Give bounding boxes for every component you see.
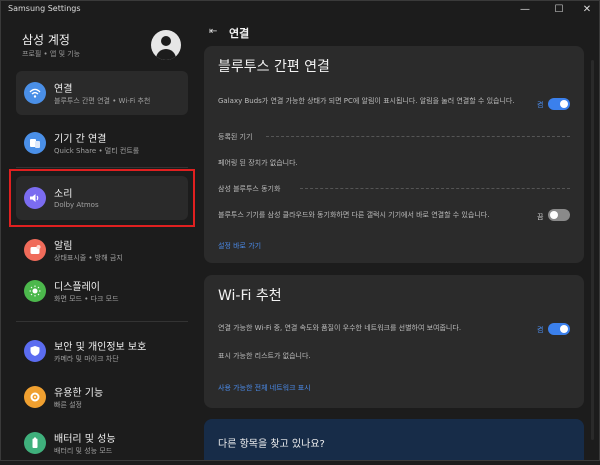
sidebar-item-sub: 배터리 및 성능 모드 (54, 447, 113, 455)
wifi-card: Wi-Fi 추천 연결 가능한 Wi-Fi 중, 연결 속도와 품질이 우수한 … (204, 275, 584, 408)
sidebar-item-label: 유용한 기능 (54, 388, 104, 399)
section-divider (300, 188, 570, 189)
section-divider (266, 136, 570, 137)
wifi-icon (24, 82, 46, 104)
settings-shortcut-link[interactable]: 설정 바로 가기 (218, 241, 261, 251)
sidebar-item-notifications[interactable]: 알림 상태표시줄 • 방해 금지 (16, 228, 188, 272)
no-list-text: 표시 가능한 리스트가 없습니다. (218, 352, 311, 360)
toggle-knob (560, 100, 568, 108)
wifi-description: 연결 가능한 Wi-Fi 중, 연결 속도와 품질이 우수한 네트워크를 선별하… (218, 324, 462, 332)
sync-toggle-label: 끔 (537, 213, 544, 221)
sidebar-item-battery[interactable]: 배터리 및 성능 배터리 및 성능 모드 (16, 421, 188, 465)
bluetooth-description: Galaxy Buds가 연결 가능한 상태가 되면 PC에 알림이 표시됩니다… (218, 97, 515, 105)
help-promo-card[interactable]: 다른 항목을 찾고 있나요? (204, 419, 584, 461)
sidebar-item-sub: 상태표시줄 • 방해 금지 (54, 254, 123, 262)
bluetooth-toggle-label: 켬 (537, 101, 544, 109)
scrollbar[interactable] (591, 60, 594, 440)
wifi-toggle[interactable] (548, 323, 570, 335)
no-paired-text: 페어링 된 장치가 없습니다. (218, 159, 298, 167)
page-title: 연결 (229, 27, 250, 40)
devices-icon (24, 132, 46, 154)
sidebar-item-sub: Quick Share • 멀티 컨트롤 (54, 147, 140, 155)
close-button[interactable]: ✕ (572, 0, 600, 20)
sync-toggle[interactable] (548, 209, 570, 221)
sidebar-item-sub: 화면 모드 • 다크 모드 (54, 295, 119, 303)
back-button[interactable]: ⇤ (209, 26, 217, 37)
show-all-networks-link[interactable]: 사용 가능한 전체 네트워크 표시 (218, 383, 311, 393)
help-promo-text: 다른 항목을 찾고 있나요? (218, 439, 325, 450)
sidebar-divider (16, 167, 188, 168)
app-title: Samsung Settings (8, 4, 81, 13)
sidebar-item-label: 디스플레이 (54, 282, 100, 293)
sidebar-item-label: 기기 간 연결 (54, 134, 107, 145)
gear-icon (24, 386, 46, 408)
bluetooth-title: 블루투스 간편 연결 (218, 59, 330, 75)
bell-icon (24, 239, 46, 261)
wifi-toggle-label: 켬 (537, 326, 544, 334)
sidebar-item-connection[interactable]: 연결 블루투스 간편 연결 • Wi-Fi 추천 (16, 71, 188, 115)
sidebar-item-security[interactable]: 보안 및 개인정보 보호 카메라 및 마이크 차단 (16, 329, 188, 373)
title-bar: Samsung Settings — ☐ ✕ (0, 0, 600, 20)
sync-description: 블루투스 기기를 삼성 클라우드와 동기화하면 다른 갤럭시 기기에서 바로 연… (218, 211, 490, 219)
sidebar-item-sub: 빠른 설정 (54, 401, 82, 409)
shield-icon (24, 340, 46, 362)
sidebar-item-sub: 블루투스 간편 연결 • Wi-Fi 추천 (54, 97, 151, 105)
highlight-box (9, 169, 195, 227)
account-subtitle: 프로필 • 앱 및 기능 (22, 50, 81, 58)
account-title[interactable]: 삼성 계정 (22, 31, 70, 48)
toggle-knob (560, 325, 568, 333)
sidebar-item-device-connection[interactable]: 기기 간 연결 Quick Share • 멀티 컨트롤 (16, 121, 188, 165)
sidebar-item-label: 보안 및 개인정보 보호 (54, 342, 147, 353)
sidebar-item-label: 연결 (54, 84, 73, 95)
avatar[interactable] (151, 30, 181, 60)
minimize-button[interactable]: — (510, 0, 540, 20)
sidebar-item-label: 배터리 및 성능 (54, 434, 116, 445)
bluetooth-toggle[interactable] (548, 98, 570, 110)
battery-icon (24, 432, 46, 454)
toggle-knob (550, 211, 558, 219)
avatar-body (156, 49, 176, 60)
sidebar-item-sub: 카메라 및 마이크 차단 (54, 355, 119, 363)
sidebar-item-useful-features[interactable]: 유용한 기능 빠른 설정 (16, 375, 188, 419)
sync-header: 삼성 블루투스 동기화 (218, 185, 281, 193)
bluetooth-card: 블루투스 간편 연결 Galaxy Buds가 연결 가능한 상태가 되면 PC… (204, 46, 584, 263)
sidebar-divider (16, 321, 188, 322)
wifi-title: Wi-Fi 추천 (218, 288, 282, 304)
sun-icon (24, 280, 46, 302)
sidebar-item-label: 알림 (54, 241, 73, 252)
sidebar-item-display[interactable]: 디스플레이 화면 모드 • 다크 모드 (16, 269, 188, 313)
maximize-button[interactable]: ☐ (544, 0, 574, 20)
avatar-head (161, 36, 171, 46)
registered-devices-header: 등록된 기기 (218, 133, 253, 141)
